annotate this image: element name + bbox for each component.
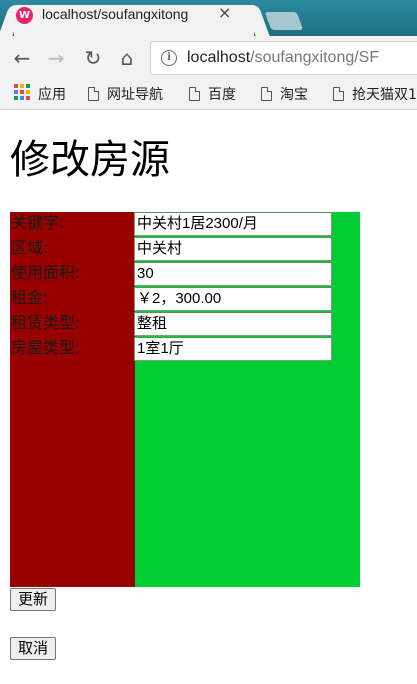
url-text[interactable]: localhost/soufangxitong/SF [187,49,379,67]
rent-label: 租金: [11,288,49,307]
bookmark-apps[interactable]: 应用 [38,85,66,105]
page-content: 修改房源 关键字: 区域: 使用面积: 租金: 租赁类型: 房屋类型: 中关村1… [0,111,417,684]
address-bar[interactable]: i localhost/soufangxitong/SF [150,41,417,75]
tab-title: localhost/soufangxitong [42,6,189,22]
page-icon [261,87,272,101]
bookmark-item[interactable]: 淘宝 [261,85,308,105]
tab-strip: W localhost/soufangxitong × [0,0,417,36]
size-label: 使用面积: [11,263,81,282]
back-arrow-icon[interactable]: ← [9,45,35,71]
bookmark-label: 网址导航 [107,87,163,103]
url-path: /soufangxitong/SF [250,49,380,66]
bookmark-item[interactable]: 网址导航 [88,85,163,105]
bookmark-item[interactable]: 抢天猫双11 [333,85,417,105]
home-icon[interactable]: ⌂ [114,45,140,71]
bookmark-label: 淘宝 [280,87,308,103]
page-icon [88,87,99,101]
edit-form: 关键字: 区域: 使用面积: 租金: 租赁类型: 房屋类型: 中关村1居2300… [10,212,360,587]
bookmarks-bar: 应用 网址导航 百度 淘宝 抢天猫双11 [0,80,417,110]
house-type-input[interactable]: 1室1厅 [134,337,332,361]
tab-close-icon[interactable]: × [218,3,231,22]
keyword-label: 关键字: [11,213,65,232]
info-icon[interactable]: i [161,50,177,66]
house-type-label: 房屋类型: [11,338,81,357]
bookmark-label: 百度 [208,87,236,103]
size-input[interactable]: 30 [134,262,332,286]
labels-column: 关键字: 区域: 使用面积: 租金: 租赁类型: 房屋类型: [10,212,135,587]
url-host: localhost [187,49,251,66]
update-button[interactable]: 更新 [10,588,57,611]
cancel-button[interactable]: 取消 [10,637,57,660]
browser-toolbar: ← → ↻ ⌂ i localhost/soufangxitong/SF [0,36,417,80]
forward-arrow-icon[interactable]: → [43,45,69,71]
bookmark-label: 抢天猫双11 [352,87,417,103]
area-input[interactable]: 中关村 [134,237,332,261]
apps-grid-icon[interactable] [14,84,30,100]
reload-icon[interactable]: ↻ [80,45,106,71]
lease-type-label: 租赁类型: [11,313,81,332]
new-tab-button[interactable] [264,12,304,30]
keyword-input[interactable]: 中关村1居2300/月 [134,212,332,236]
page-title: 修改房源 [10,137,170,183]
page-icon [333,87,344,101]
area-label: 区域: [11,238,49,257]
page-icon [189,87,200,101]
fields-column: 中关村1居2300/月 中关村 30 ￥2，300.00 整租 1室1厅 [134,212,334,362]
rent-input[interactable]: ￥2，300.00 [134,287,332,311]
wamp-favicon-icon: W [16,7,33,24]
bookmark-item[interactable]: 百度 [189,85,236,105]
lease-type-input[interactable]: 整租 [134,312,332,336]
